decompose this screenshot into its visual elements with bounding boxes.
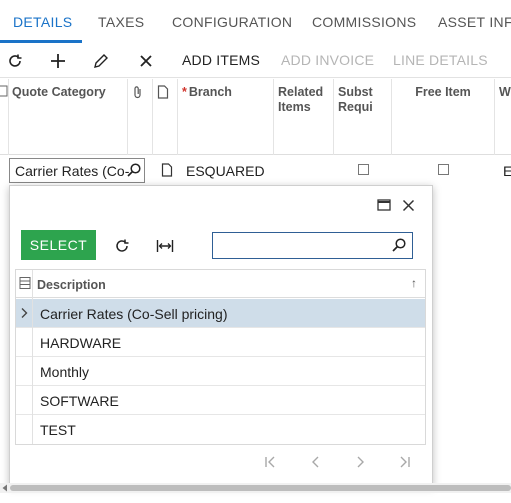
search-icon[interactable] — [126, 162, 142, 178]
scroll-left-icon[interactable] — [1, 484, 9, 492]
note-icon[interactable] — [161, 163, 173, 177]
required-marker: * — [182, 85, 187, 99]
list-item-label: SOFTWARE — [40, 393, 119, 409]
lookup-popup: SELECT Description ↑ Carrier Rates (Co-S… — [9, 185, 433, 486]
header-note[interactable] — [153, 79, 178, 155]
header-quote-category[interactable]: Quote Category — [9, 79, 128, 155]
row-settings-column[interactable] — [0, 79, 9, 155]
header-branch-label: Branch — [188, 85, 232, 99]
horizontal-scrollbar[interactable] — [0, 483, 511, 493]
add-invoice-button[interactable]: ADD INVOICE — [281, 52, 374, 68]
next-page-icon[interactable] — [352, 454, 368, 470]
header-branch[interactable]: * Branch — [178, 79, 274, 155]
toolbar: ADD ITEMS ADD INVOICE LINE DETAILS — [0, 44, 511, 78]
add-icon[interactable] — [49, 52, 67, 70]
tab-commissions[interactable]: COMMISSIONS — [312, 14, 416, 30]
list-item[interactable]: Monthly — [16, 357, 425, 386]
active-tab-indicator — [0, 40, 82, 43]
first-page-icon[interactable] — [263, 454, 279, 470]
grid-settings-icon[interactable] — [18, 276, 32, 290]
header-warehouse[interactable]: W — [495, 79, 511, 155]
list-item[interactable]: Carrier Rates (Co-Sell pricing) — [16, 299, 425, 328]
tab-bar: DETAILS TAXES CONFIGURATION COMMISSIONS … — [0, 0, 511, 44]
tab-configuration[interactable]: CONFIGURATION — [172, 14, 292, 30]
refresh-icon[interactable] — [113, 237, 131, 255]
list-item-label: TEST — [40, 422, 76, 438]
line-details-button[interactable]: LINE DETAILS — [393, 52, 488, 68]
search-box[interactable] — [212, 232, 413, 259]
list-item[interactable]: TEST — [16, 415, 425, 444]
last-page-icon[interactable] — [396, 454, 412, 470]
header-free-item[interactable]: Free Item — [392, 79, 495, 155]
grid-header: Quote Category * Branch Related Items Sub… — [0, 79, 511, 155]
list-item[interactable]: HARDWARE — [16, 328, 425, 357]
list-item-label: Monthly — [40, 364, 90, 380]
tab-details[interactable]: DETAILS — [13, 14, 72, 30]
grid-settings-icon — [0, 85, 8, 97]
header-related-items[interactable]: Related Items — [274, 79, 334, 155]
search-input[interactable] — [213, 233, 389, 258]
paperclip-icon — [134, 86, 141, 99]
list-item-label: Carrier Rates (Co-Sell pricing) — [40, 306, 228, 322]
tab-asset-info[interactable]: ASSET INFO — [438, 14, 511, 30]
subst-required-checkbox[interactable] — [358, 164, 369, 175]
add-items-button[interactable]: ADD ITEMS — [182, 52, 260, 68]
header-subst-required[interactable]: Subst Requi — [334, 79, 392, 155]
branch-value[interactable]: ESQUARED — [186, 163, 265, 179]
header-attachment[interactable] — [128, 79, 153, 155]
list-item-label: HARDWARE — [40, 335, 122, 351]
scrollbar-thumb[interactable] — [10, 485, 511, 491]
sort-ascending-icon[interactable]: ↑ — [411, 276, 417, 290]
previous-page-icon[interactable] — [308, 454, 324, 470]
lookup-header: Description ↑ — [16, 270, 425, 298]
column-header-description[interactable]: Description — [37, 278, 106, 292]
search-icon[interactable] — [391, 237, 407, 253]
close-icon[interactable] — [399, 196, 417, 214]
free-item-checkbox[interactable] — [438, 164, 449, 175]
tab-taxes[interactable]: TAXES — [98, 14, 144, 30]
list-item[interactable]: SOFTWARE — [16, 386, 425, 415]
edit-icon[interactable] — [92, 52, 110, 70]
fit-columns-icon[interactable] — [156, 237, 174, 255]
lookup-grid: Description ↑ Carrier Rates (Co-Sell pri… — [15, 269, 426, 445]
maximize-icon[interactable] — [375, 196, 393, 214]
note-icon — [157, 85, 169, 99]
chevron-right-icon — [21, 308, 28, 318]
quote-category-input[interactable]: Carrier Rates (Co- — [9, 158, 145, 183]
refresh-icon[interactable] — [6, 52, 24, 70]
delete-icon[interactable] — [137, 52, 155, 70]
column-divider — [32, 270, 33, 444]
select-button[interactable]: SELECT — [21, 230, 96, 260]
warehouse-value[interactable]: E — [503, 163, 511, 179]
